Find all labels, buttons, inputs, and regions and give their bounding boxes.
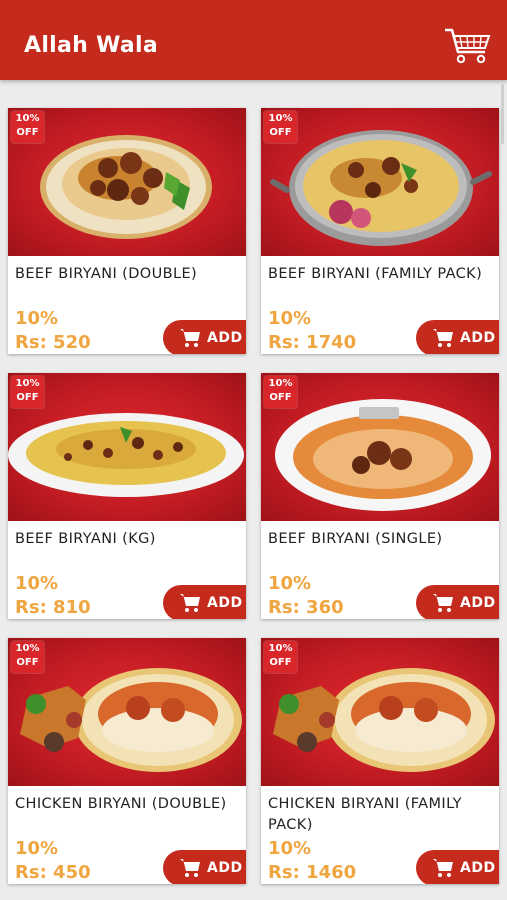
discount-badge: 10% OFF bbox=[11, 641, 44, 673]
product-image-beef-biryani-family-pack: 10% OFF bbox=[261, 108, 499, 256]
cart-icon[interactable] bbox=[443, 26, 493, 66]
price-text: Rs: 450 bbox=[15, 862, 91, 883]
price-text: Rs: 1740 bbox=[268, 332, 357, 353]
product-image-chicken-biryani-double: 10% OFF bbox=[8, 638, 246, 786]
cart-icon bbox=[433, 859, 453, 877]
discount-text: 10% bbox=[15, 838, 59, 859]
add-label: ADD bbox=[460, 595, 496, 611]
app-title: Allah Wala bbox=[24, 33, 158, 58]
discount-text: 10% bbox=[15, 573, 59, 594]
scrollbar[interactable] bbox=[501, 84, 504, 144]
discount-badge: 10% OFF bbox=[264, 641, 297, 673]
price-text: Rs: 810 bbox=[15, 597, 91, 618]
discount-text: 10% bbox=[15, 308, 59, 329]
add-to-cart-button[interactable]: ADD bbox=[416, 585, 499, 619]
discount-badge: 10% OFF bbox=[11, 376, 44, 408]
discount-text: 10% bbox=[268, 573, 312, 594]
add-to-cart-button[interactable]: ADD bbox=[163, 320, 246, 354]
add-to-cart-button[interactable]: ADD bbox=[163, 585, 246, 619]
add-label: ADD bbox=[460, 860, 496, 876]
add-to-cart-button[interactable]: ADD bbox=[163, 850, 246, 884]
discount-badge: 10% OFF bbox=[264, 376, 297, 408]
cart-icon bbox=[433, 594, 453, 612]
price-text: Rs: 520 bbox=[15, 332, 91, 353]
app-bar: Allah Wala bbox=[0, 0, 507, 80]
discount-badge: 10% OFF bbox=[264, 111, 297, 143]
product-image-beef-biryani-single: 10% OFF bbox=[261, 373, 499, 521]
add-label: ADD bbox=[207, 860, 243, 876]
product-image-chicken-biryani-family-pack: 10% OFF bbox=[261, 638, 499, 786]
product-image-beef-biryani-kg: 10% OFF bbox=[8, 373, 246, 521]
add-label: ADD bbox=[207, 330, 243, 346]
cart-icon bbox=[180, 594, 200, 612]
discount-text: 10% bbox=[268, 308, 312, 329]
price-text: Rs: 1460 bbox=[268, 862, 357, 883]
product-image-beef-biryani-double: 10% OFF bbox=[8, 108, 246, 256]
product-card[interactable]: 10% OFF BEEF BIRYANI (SINGLE) 10% Rs: 360… bbox=[261, 373, 499, 619]
product-name: CHICKEN BIRYANI (DOUBLE) bbox=[15, 796, 227, 812]
product-name: CHICKEN BIRYANI (FAMILY PACK) bbox=[268, 796, 462, 833]
product-name: BEEF BIRYANI (DOUBLE) bbox=[15, 266, 198, 282]
product-card[interactable]: 10% OFF BEEF BIRYANI (FAMILY PACK) 10% Rs… bbox=[261, 108, 499, 354]
product-name: BEEF BIRYANI (KG) bbox=[15, 531, 156, 547]
discount-text: 10% bbox=[268, 838, 312, 859]
cart-icon bbox=[180, 329, 200, 347]
product-name: BEEF BIRYANI (FAMILY PACK) bbox=[268, 266, 483, 282]
price-text: Rs: 360 bbox=[268, 597, 344, 618]
cart-icon bbox=[180, 859, 200, 877]
add-label: ADD bbox=[207, 595, 243, 611]
product-card[interactable]: 10% OFF CHICKEN BIRYANI (DOUBLE) 10% Rs: … bbox=[8, 638, 246, 884]
discount-badge: 10% OFF bbox=[11, 111, 44, 143]
add-label: ADD bbox=[460, 330, 496, 346]
add-to-cart-button[interactable]: ADD bbox=[416, 320, 499, 354]
product-name: BEEF BIRYANI (SINGLE) bbox=[268, 531, 443, 547]
add-to-cart-button[interactable]: ADD bbox=[416, 850, 499, 884]
cart-icon bbox=[433, 329, 453, 347]
product-card[interactable]: 10% OFF BEEF BIRYANI (DOUBLE) 10% Rs: 520… bbox=[8, 108, 246, 354]
product-card[interactable]: 10% OFF CHICKEN BIRYANI (FAMILY PACK) 10%… bbox=[261, 638, 499, 884]
product-card[interactable]: 10% OFF BEEF BIRYANI (KG) 10% Rs: 810 ADD bbox=[8, 373, 246, 619]
